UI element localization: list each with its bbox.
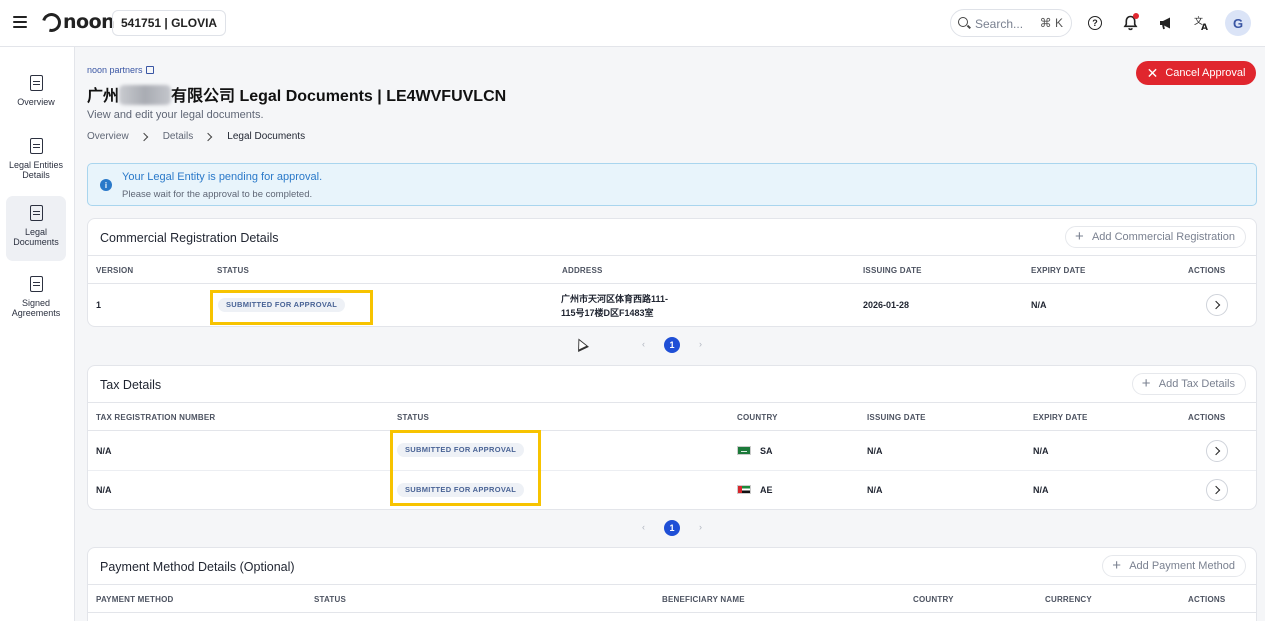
menu-icon[interactable] [13,16,27,28]
plus-icon: + [1112,557,1121,574]
notification-dot [1133,13,1139,19]
pending-approval-alert: i Your Legal Entity is pending for appro… [87,163,1257,206]
translate-icon[interactable]: 文A [1192,13,1212,33]
main-content: noon partners 广州 有限公司 Legal Documents | L… [76,47,1265,621]
prev-page-button[interactable]: ‹ [642,339,645,349]
card-title: Payment Method Details (Optional) [100,560,295,574]
next-page-button[interactable]: › [699,339,702,349]
table-row: N/A SUBMITTED FOR APPROVAL AE N/A N/A [88,471,1256,509]
add-payment-method-button[interactable]: + Add Payment Method [1102,555,1246,577]
page-button-active[interactable]: 1 [664,520,680,536]
store-selector[interactable]: 541751 | GLOVIA [112,10,227,36]
breadcrumb: Overview Details Legal Documents [87,131,305,142]
table-row: N/A SUBMITTED FOR APPROVAL SA N/A N/A [88,431,1256,471]
saudi-flag-icon [737,446,751,455]
breadcrumb-legal-documents: Legal Documents [227,131,306,142]
svg-text:A: A [1201,23,1208,31]
tax-details-card: Tax Details + Add Tax Details TAX REGISTR… [87,365,1257,510]
document-user-icon [29,138,43,154]
sidebar-item-legal-entities[interactable]: Legal Entities Details [6,132,66,188]
table-header: VERSION STATUS ADDRESS ISSUING DATE EXPI… [88,255,1256,284]
card-title: Commercial Registration Details [100,231,279,245]
sidebar: Overview Legal Entities Details Legal Do… [0,47,75,621]
redacted-text [119,85,172,105]
external-link-icon [145,66,154,74]
noon-logo[interactable]: noon [38,9,115,35]
megaphone-icon[interactable] [1156,13,1176,33]
close-icon: ✕ [1146,65,1159,81]
info-icon: i [100,179,112,191]
chevron-right-icon [204,132,213,141]
avatar[interactable]: G [1225,10,1251,36]
noon-partners-link[interactable]: noon partners [87,65,154,75]
uae-flag-icon [737,485,751,494]
shortcut-hint: ⌘ K [1039,16,1063,30]
help-icon[interactable]: ? [1085,13,1105,33]
search-icon [958,17,968,27]
highlight-box [210,290,373,325]
payment-method-card: Payment Method Details (Optional) + Add P… [87,547,1257,621]
pagination: ‹ 1 › [642,337,702,353]
highlight-box [390,430,541,506]
plus-icon: + [1074,228,1084,245]
sidebar-item-overview[interactable]: Overview [6,69,66,117]
notification-bell-icon[interactable] [1120,13,1140,33]
sidebar-item-legal-documents[interactable]: Legal Documents [6,196,66,261]
plus-icon: + [1141,375,1151,392]
chevron-right-icon [139,132,148,141]
sidebar-item-signed-agreements[interactable]: Signed Agreements [6,270,66,326]
page-title: 广州 有限公司 Legal Documents | LE4WVFUVLCN [87,82,506,106]
view-details-button[interactable] [1206,479,1228,501]
add-commercial-registration-button[interactable]: + Add Commercial Registration [1064,226,1246,248]
view-details-button[interactable] [1206,294,1228,316]
view-details-button[interactable] [1206,440,1228,462]
cancel-approval-button[interactable]: ✕ Cancel Approval [1136,61,1256,85]
table-header: PAYMENT METHOD STATUS BENEFICIARY NAME C… [88,584,1256,613]
card-title: Tax Details [100,378,162,392]
breadcrumb-details[interactable]: Details [163,131,194,142]
page-subtitle: View and edit your legal documents. [87,109,264,121]
add-tax-details-button[interactable]: + Add Tax Details [1131,373,1246,395]
search-input[interactable]: Search... ⌘ K [950,9,1072,37]
page-button-active[interactable]: 1 [664,337,680,353]
pagination: ‹ 1 › [642,520,702,536]
table-header: TAX REGISTRATION NUMBER STATUS COUNTRY I… [88,402,1256,431]
top-bar: noon 541751 | GLOVIA Search... ⌘ K ? 文A … [0,0,1265,47]
documents-icon [29,205,43,221]
next-page-button[interactable]: › [699,522,702,532]
breadcrumb-overview[interactable]: Overview [87,131,129,142]
prev-page-button[interactable]: ‹ [642,522,645,532]
signed-document-icon [29,276,43,292]
clipboard-icon [29,75,43,91]
